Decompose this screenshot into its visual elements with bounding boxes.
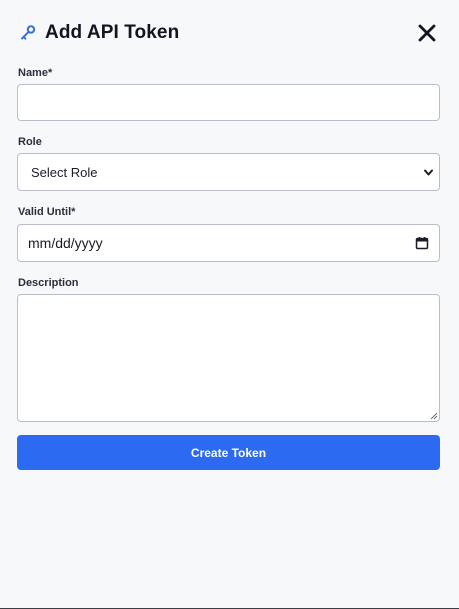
name-label: Name* [18,67,53,79]
close-icon [418,24,436,42]
valid-until-label: Valid Until* [18,206,76,218]
role-label: Role [18,136,42,148]
add-api-token-panel: Add API Token Name* Role Select Role Val… [0,0,459,609]
role-select[interactable]: Select Role [17,153,440,191]
create-token-button[interactable]: Create Token [17,435,440,470]
close-button[interactable] [416,22,438,44]
description-textarea[interactable] [17,294,440,422]
chevron-down-icon [424,169,433,176]
panel-header: Add API Token [17,19,440,47]
key-icon [19,24,37,42]
valid-until-value: mm/dd/yyyy [28,235,103,251]
role-selected-value: Select Role [31,164,98,180]
page-title: Add API Token [45,22,180,43]
resize-grip-icon[interactable] [429,411,438,420]
calendar-icon[interactable] [415,236,429,250]
name-field[interactable] [17,84,440,121]
valid-until-date-input[interactable]: mm/dd/yyyy [17,224,440,262]
description-label: Description [18,277,79,289]
